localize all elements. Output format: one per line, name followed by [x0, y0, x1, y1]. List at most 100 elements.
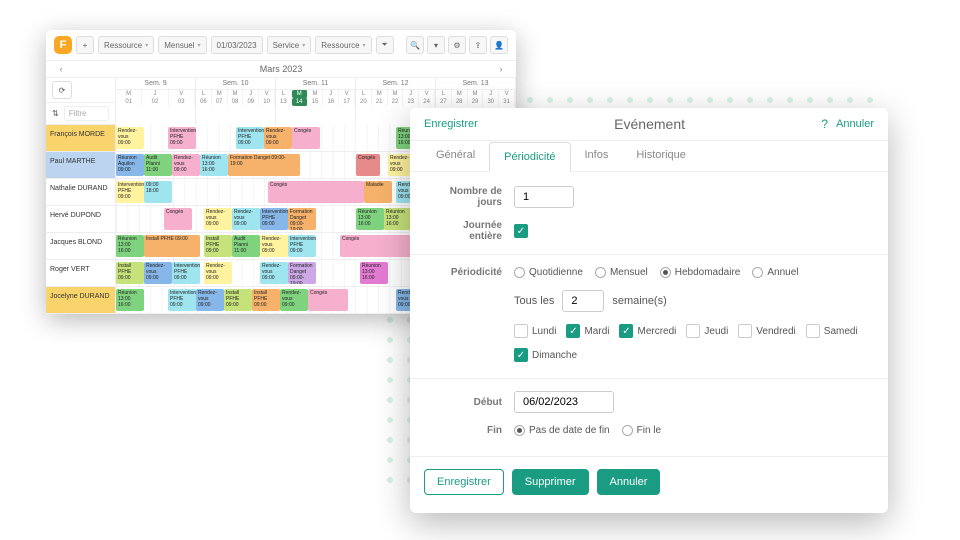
debut-input[interactable] [514, 391, 614, 413]
filter-icon[interactable]: ⏷ [376, 36, 394, 54]
user-icon[interactable]: 👤 [490, 36, 508, 54]
debut-label: Début [428, 397, 514, 408]
event-block[interactable]: Install PFHE 09:00 [204, 235, 232, 257]
event-block[interactable]: Intervention PFHE 09:00 [168, 289, 196, 311]
event-block[interactable]: Audit Planni 11:00 [232, 235, 260, 257]
dropdown-icon[interactable]: ▾ [427, 36, 445, 54]
event-block[interactable]: Formation Danget 09:00-19:00 [288, 208, 316, 230]
help-icon[interactable]: ? [821, 117, 828, 131]
tab-general[interactable]: Général [422, 141, 489, 171]
save-button[interactable]: Enregistrer [424, 469, 504, 495]
event-block[interactable]: Congés [164, 208, 192, 230]
resource-name[interactable]: Hervé DUPOND [46, 206, 116, 232]
nb-jours-input[interactable] [514, 186, 574, 208]
event-block[interactable]: Rendez-vous 09:00 [264, 127, 292, 149]
export-icon[interactable]: ⇪ [469, 36, 487, 54]
event-block[interactable]: Congés [340, 235, 412, 257]
event-block[interactable]: Formation Danget 09:00-19:00 [288, 262, 316, 284]
event-block[interactable]: 09:00 18:00 [144, 181, 172, 203]
event-block[interactable]: Réunion 13:00 16:00 [116, 235, 144, 257]
resource-name[interactable]: Paul MARTHE [46, 152, 116, 178]
week-label: Sem. 11 [276, 78, 355, 90]
radio-quotidienne[interactable]: Quotidienne [514, 267, 583, 278]
event-block[interactable]: Intervention PFHE 09:00 [236, 127, 264, 149]
day-mercredi[interactable]: ✓Mercredi [619, 324, 676, 338]
service-select[interactable]: Service [267, 36, 312, 54]
day-dimanche[interactable]: ✓Dimanche [514, 348, 577, 362]
event-block[interactable]: Réunion 13:00 16:00 [360, 262, 388, 284]
event-block[interactable]: Réunion 13:00 16:00 [356, 208, 384, 230]
event-block[interactable]: Intervention PFHE 09:00 [260, 208, 288, 230]
search-icon[interactable]: 🔍 [406, 36, 424, 54]
event-block[interactable]: Rendez-vous 09:00 [260, 262, 288, 284]
event-block[interactable]: Install PFHE 09:00 [116, 262, 144, 284]
tab-periodicite[interactable]: Périodicité [489, 142, 570, 172]
refresh-button[interactable]: ⟳ [52, 81, 72, 99]
event-block[interactable]: Rendez-vous 09:00 [144, 262, 172, 284]
day-short: V [259, 90, 275, 98]
event-block[interactable]: Rendez-vous 09:00 [172, 154, 200, 176]
date-input[interactable]: 01/03/2023 [211, 36, 263, 54]
radio-fin-none[interactable]: Pas de date de fin [514, 425, 610, 436]
add-button[interactable]: + [76, 36, 94, 54]
event-block[interactable]: Congés [292, 127, 320, 149]
resource-name[interactable]: Nathalie DURAND [46, 179, 116, 205]
day-samedi[interactable]: Samedi [806, 324, 858, 338]
radio-hebdomadaire[interactable]: Hebdomadaire [660, 267, 741, 278]
event-block[interactable]: Réunion 13:00 16:00 [384, 208, 412, 230]
event-block[interactable]: Intervention PFHE 09:00 [172, 262, 200, 284]
journee-label: Journée entière [428, 220, 514, 242]
event-block[interactable]: Install PFHE 09:00 [224, 289, 252, 311]
resource-name[interactable]: Jacques BLOND [46, 233, 116, 259]
day-num: 21 [372, 98, 388, 106]
event-block[interactable]: Intervention PFHE 09:00 [116, 181, 144, 203]
resource-name[interactable]: Roger VERT [46, 260, 116, 286]
event-block[interactable]: Intervention PFHE 09:00 [168, 127, 196, 149]
service-select-label: Service [273, 41, 300, 50]
day-mardi[interactable]: ✓Mardi [566, 324, 609, 338]
view-select[interactable]: Mensuel [158, 36, 206, 54]
event-block[interactable]: Formation Danget 09:00-19:00 [228, 154, 300, 176]
sort-icon[interactable]: ⇅ [52, 109, 59, 118]
event-block[interactable]: Rendez-vous 09:00 [196, 289, 224, 311]
modal-save-link[interactable]: Enregistrer [424, 118, 478, 130]
event-block[interactable]: Congés [356, 154, 380, 176]
journee-checkbox[interactable]: ✓ [514, 224, 528, 238]
radio-mensuel[interactable]: Mensuel [595, 267, 648, 278]
event-block[interactable]: Réunion 13:00 16:00 [200, 154, 228, 176]
day-vendredi[interactable]: Vendredi [738, 324, 795, 338]
event-block[interactable]: Intervention PFHE 09:00 [288, 235, 316, 257]
day-jeudi[interactable]: Jeudi [686, 324, 728, 338]
event-block[interactable]: Rendez-vous 09:00 [260, 235, 288, 257]
event-block[interactable]: Rendez-vous 09:00 [204, 208, 232, 230]
event-block[interactable]: Réunion 13:00 16:00 [116, 289, 144, 311]
event-block[interactable]: Rendez-vous 09:00 [280, 289, 308, 311]
event-block[interactable]: Congés [308, 289, 348, 311]
prev-month-button[interactable]: ‹ [54, 64, 68, 74]
tab-historique[interactable]: Historique [622, 141, 700, 171]
delete-button[interactable]: Supprimer [512, 469, 589, 495]
event-block[interactable]: Rendez-vous 09:00 [116, 127, 144, 149]
resource-name[interactable]: François MORDE [46, 125, 116, 151]
next-month-button[interactable]: › [494, 64, 508, 74]
gear-icon[interactable]: ⚙ [448, 36, 466, 54]
resource2-select[interactable]: Ressource [315, 36, 371, 54]
event-block[interactable]: Réunion Aquilon 09:00 [116, 154, 144, 176]
radio-annuel[interactable]: Annuel [752, 267, 798, 278]
event-block[interactable]: Rendez-vous 09:00 [204, 262, 232, 284]
radio-fin-le[interactable]: Fin le [622, 425, 661, 436]
event-block[interactable]: Congés [268, 181, 364, 203]
resource-name[interactable]: Jocelyne DURAND [46, 287, 116, 313]
resource-select[interactable]: Ressource [98, 36, 154, 54]
event-block[interactable]: Audit Planni 11:00 [144, 154, 172, 176]
event-block[interactable]: Maladie [364, 181, 392, 203]
event-block[interactable]: Install PFHE 09:00 [252, 289, 280, 311]
modal-cancel-link[interactable]: Annuler [836, 118, 874, 130]
event-block[interactable]: Rendez-vous 09:00 [232, 208, 260, 230]
day-lundi[interactable]: Lundi [514, 324, 556, 338]
every-input[interactable] [562, 290, 604, 312]
cancel-button[interactable]: Annuler [597, 469, 661, 495]
filter-input[interactable]: Filtre [64, 106, 109, 121]
event-block[interactable]: Install PFHE 09:00 [144, 235, 200, 257]
tab-infos[interactable]: Infos [571, 141, 623, 171]
